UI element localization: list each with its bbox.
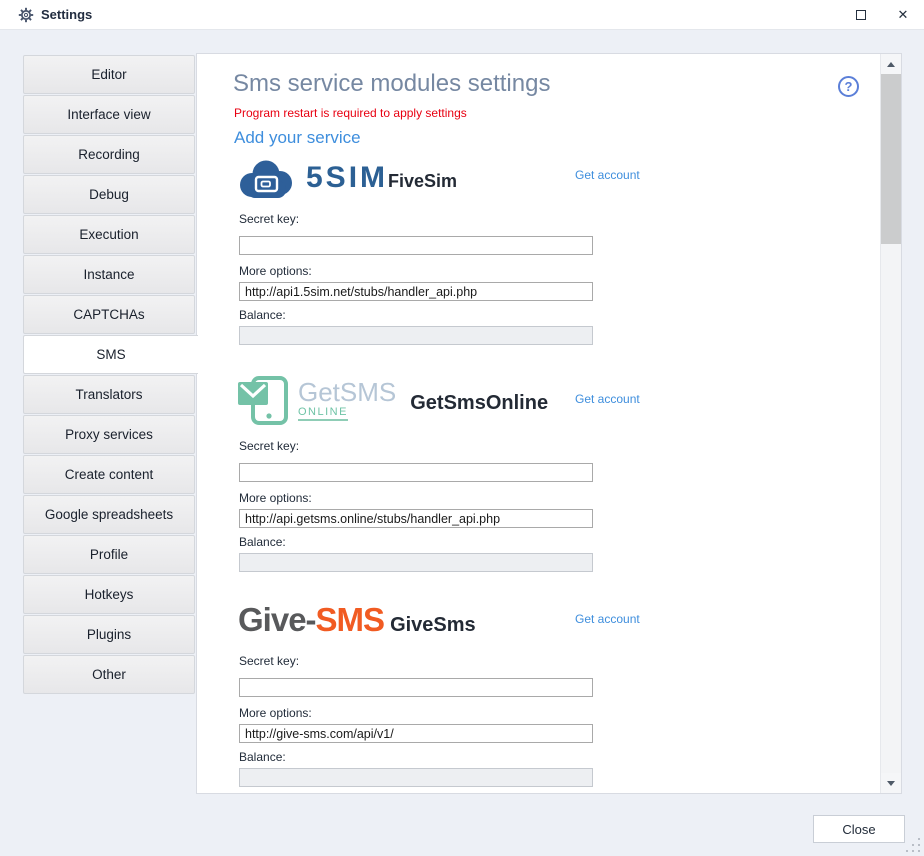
settings-category-tabs: Editor Interface view Recording Debug Ex… <box>23 55 195 695</box>
tab-execution[interactable]: Execution <box>23 215 195 254</box>
help-icon[interactable]: ? <box>838 76 859 97</box>
tab-instance[interactable]: Instance <box>23 255 195 294</box>
givesms-secret-key-input[interactable] <box>239 678 593 697</box>
tab-captchas[interactable]: CAPTCHAs <box>23 295 195 334</box>
restart-notice: Program restart is required to apply set… <box>234 106 467 120</box>
givesms-logo-text-orange: SMS <box>316 601 385 639</box>
tab-label: Create content <box>65 467 154 482</box>
givesms-fields: Secret key: More options: Balance: <box>239 654 593 787</box>
scroll-up-button[interactable] <box>881 54 901 74</box>
getsms-phone-mail-icon <box>238 373 290 427</box>
close-window-button[interactable]: ✕ <box>886 0 920 30</box>
maximize-button[interactable] <box>844 0 878 30</box>
tab-profile[interactable]: Profile <box>23 535 195 574</box>
givesms-more-options-input[interactable] <box>239 724 593 743</box>
fivesim-fields: Secret key: More options: Balance: <box>239 212 593 345</box>
window-title: Settings <box>41 7 92 22</box>
fivesim-cloud-icon <box>238 155 294 201</box>
fivesim-get-account-link[interactable]: Get account <box>575 168 640 182</box>
fivesim-service-name: FiveSim <box>388 171 457 192</box>
getsms-balance-field <box>239 553 593 572</box>
getsms-logo-text: GetSMS <box>298 379 396 405</box>
tab-label: Profile <box>90 547 128 562</box>
getsms-logo-row: GetSMS ONLINE GetSmsOnline Get account <box>238 372 548 428</box>
balance-label: Balance: <box>239 750 286 764</box>
getsms-get-account-link[interactable]: Get account <box>575 392 640 406</box>
add-your-service-link[interactable]: Add your service <box>234 128 361 148</box>
fivesim-balance-field <box>239 326 593 345</box>
fivesim-more-options-input[interactable] <box>239 282 593 301</box>
maximize-icon <box>856 10 866 20</box>
vertical-scrollbar[interactable] <box>880 54 901 793</box>
givesms-logo-text-dark: Give- <box>238 601 316 639</box>
getsms-fields: Secret key: More options: Balance: <box>239 439 593 572</box>
tab-sms[interactable]: SMS <box>23 335 198 374</box>
tab-label: Google spreadsheets <box>45 507 173 522</box>
tab-label: Recording <box>78 147 140 162</box>
secret-key-label: Secret key: <box>239 439 299 453</box>
more-options-label: More options: <box>239 491 312 505</box>
getsms-service-name: GetSmsOnline <box>410 392 548 415</box>
tab-label: Debug <box>89 187 129 202</box>
tab-label: SMS <box>96 347 125 362</box>
tab-plugins[interactable]: Plugins <box>23 615 195 654</box>
tab-recording[interactable]: Recording <box>23 135 195 174</box>
fivesim-secret-key-input[interactable] <box>239 236 593 255</box>
scroll-down-button[interactable] <box>881 773 901 793</box>
tab-translators[interactable]: Translators <box>23 375 195 414</box>
givesms-get-account-link[interactable]: Get account <box>575 612 640 626</box>
givesms-balance-field <box>239 768 593 787</box>
fivesim-logo-text: 5SIM <box>306 161 388 195</box>
secret-key-label: Secret key: <box>239 654 299 668</box>
givesms-logo-row: Give- SMS GiveSms Get account <box>238 598 476 642</box>
tab-label: Hotkeys <box>85 587 134 602</box>
tab-other[interactable]: Other <box>23 655 195 694</box>
tab-hotkeys[interactable]: Hotkeys <box>23 575 195 614</box>
getsms-secret-key-input[interactable] <box>239 463 593 482</box>
secret-key-label: Secret key: <box>239 212 299 226</box>
fivesim-logo-row: 5SIM FiveSim Get account <box>238 150 457 206</box>
more-options-label: More options: <box>239 706 312 720</box>
getsms-more-options-input[interactable] <box>239 509 593 528</box>
getsms-logo-subtext: ONLINE <box>298 406 348 421</box>
scroll-down-arrow-icon <box>887 781 895 786</box>
tab-proxy-services[interactable]: Proxy services <box>23 415 195 454</box>
close-icon: ✕ <box>898 7 909 23</box>
gear-icon <box>18 7 34 23</box>
tab-label: Interface view <box>67 107 150 122</box>
balance-label: Balance: <box>239 308 286 322</box>
tab-label: Plugins <box>87 627 131 642</box>
tab-google-spreadsheets[interactable]: Google spreadsheets <box>23 495 195 534</box>
tab-label: Execution <box>79 227 138 242</box>
tab-create-content[interactable]: Create content <box>23 455 195 494</box>
balance-label: Balance: <box>239 535 286 549</box>
tab-editor[interactable]: Editor <box>23 55 195 94</box>
more-options-label: More options: <box>239 264 312 278</box>
scrollbar-thumb[interactable] <box>881 74 901 244</box>
givesms-service-name: GiveSms <box>390 614 476 637</box>
scroll-up-arrow-icon <box>887 62 895 67</box>
resize-grip[interactable] <box>906 838 922 854</box>
tab-label: Translators <box>75 387 142 402</box>
titlebar: Settings ✕ <box>0 0 924 30</box>
tab-label: CAPTCHAs <box>73 307 144 322</box>
tab-label: Editor <box>91 67 126 82</box>
tab-interface-view[interactable]: Interface view <box>23 95 195 134</box>
tab-label: Instance <box>83 267 134 282</box>
sms-settings-panel: Sms service modules settings Program res… <box>196 53 902 794</box>
tab-label: Proxy services <box>65 427 153 442</box>
page-title: Sms service modules settings <box>233 70 550 98</box>
tab-label: Other <box>92 667 126 682</box>
close-button[interactable]: Close <box>813 815 905 843</box>
tab-debug[interactable]: Debug <box>23 175 195 214</box>
